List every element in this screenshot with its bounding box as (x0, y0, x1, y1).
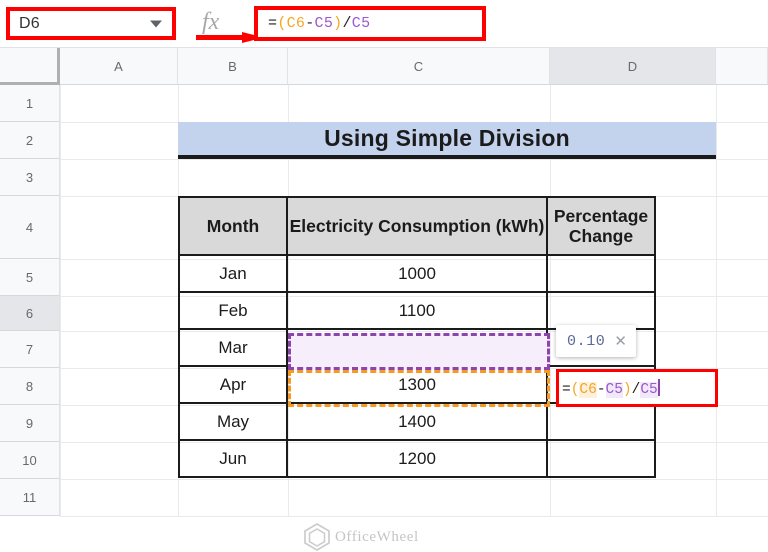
row-header-8[interactable]: 8 (0, 368, 60, 405)
column-header-month[interactable]: Month (178, 196, 288, 256)
formula-token: - (305, 15, 315, 32)
formula-token: C6 (579, 381, 597, 398)
cell-percentage-change[interactable] (546, 254, 656, 293)
formula-input[interactable]: =(C6-C5)/C5 (254, 6, 486, 41)
row-header-4[interactable]: 4 (0, 196, 60, 259)
formula-token: C5 (640, 381, 658, 398)
cell-month[interactable]: Apr (178, 365, 288, 404)
formula-token: = (268, 15, 278, 32)
row-header-11[interactable]: 11 (0, 479, 60, 516)
cell-consumption[interactable]: 1300 (286, 365, 548, 404)
sheet-title-banner[interactable]: Using Simple Division (178, 122, 716, 159)
grid-line (60, 516, 768, 517)
chevron-down-icon[interactable] (150, 20, 162, 27)
cell-month[interactable]: Jun (178, 439, 288, 478)
text-caret (657, 378, 660, 396)
row-header-6[interactable]: 6 (0, 296, 60, 331)
cell-consumption[interactable]: 1000 (286, 254, 548, 293)
grid-line (60, 479, 768, 480)
column-header-percentage-change[interactable]: Percentage Change (546, 196, 656, 256)
sheet-title-text: Using Simple Division (324, 125, 570, 151)
row-header-5[interactable]: 5 (0, 259, 60, 296)
table-row: Jan 1000 (178, 254, 656, 293)
row-header-9[interactable]: 9 (0, 405, 60, 442)
formula-token: C5 (314, 15, 334, 32)
formula-value-preview-tooltip[interactable]: 0.10 ✕ (556, 325, 636, 357)
cell-percentage-change[interactable] (546, 291, 656, 330)
select-all-corner[interactable] (0, 48, 60, 85)
name-box-value: D6 (19, 14, 40, 32)
watermark: OfficeWheel (302, 522, 419, 552)
column-header-a[interactable]: A (60, 48, 178, 85)
table-row: Jun 1200 (178, 439, 656, 478)
cell-month[interactable]: Mar (178, 328, 288, 367)
grid-line (60, 85, 61, 516)
formula-input-text: =(C6-C5)/C5 (258, 15, 370, 32)
grid-line (60, 159, 768, 160)
hexagon-logo-icon (304, 523, 330, 551)
table-row: May 1400 (178, 402, 656, 441)
cell-month[interactable]: Feb (178, 291, 288, 330)
spreadsheet-grid[interactable]: ABCD 1 2 3 4 5 6 7 8 9 10 11 Using Simple Division… (0, 48, 768, 551)
grid-line (716, 85, 717, 516)
column-header-d[interactable]: D (550, 48, 716, 85)
name-box[interactable]: D6 (6, 7, 176, 40)
active-cell-editor-text: =(C6-C5)/C5 (559, 378, 660, 398)
formula-bar: D6 fx =(C6-C5)/C5 (0, 0, 768, 48)
cell-percentage-change[interactable] (546, 402, 656, 441)
table-row: Feb 1100 (178, 291, 656, 330)
cell-consumption[interactable]: 1400 (286, 402, 548, 441)
cell-percentage-change[interactable] (546, 439, 656, 478)
formula-token: - (596, 381, 606, 398)
table-body: Jan 1000 Feb 1100 Mar 1200 Apr 1300 May 1400 Jun 12… (178, 254, 656, 478)
formula-token: C5 (605, 381, 623, 398)
active-cell-editor-d6[interactable]: =(C6-C5)/C5 (556, 369, 718, 407)
table-header-row: Month Electricity Consumption (kWh) Perc… (178, 196, 656, 256)
formula-token: C6 (286, 15, 306, 32)
formula-token: / (342, 15, 352, 32)
cell-consumption[interactable]: 1200 (286, 328, 548, 367)
cell-month[interactable]: Jan (178, 254, 288, 293)
close-icon[interactable]: ✕ (614, 334, 627, 349)
row-header-1[interactable]: 1 (0, 85, 60, 122)
formula-token: = (562, 381, 571, 398)
column-header-consumption[interactable]: Electricity Consumption (kWh) (286, 196, 548, 256)
row-header-2[interactable]: 2 (0, 122, 60, 159)
watermark-text: OfficeWheel (335, 528, 419, 545)
cell-consumption[interactable]: 1200 (286, 439, 548, 478)
formula-token: ( (277, 15, 287, 32)
cell-month[interactable]: May (178, 402, 288, 441)
column-header-b[interactable]: B (178, 48, 288, 85)
formula-token: ) (622, 381, 632, 398)
formula-token: C5 (351, 15, 371, 32)
row-header-10[interactable]: 10 (0, 442, 60, 479)
row-header-3[interactable]: 3 (0, 159, 60, 196)
cell-consumption[interactable]: 1100 (286, 291, 548, 330)
formula-preview-value: 0.10 (567, 332, 606, 350)
row-header-7[interactable]: 7 (0, 331, 60, 368)
column-header-c[interactable]: C (288, 48, 550, 85)
column-header-e[interactable] (716, 48, 768, 85)
